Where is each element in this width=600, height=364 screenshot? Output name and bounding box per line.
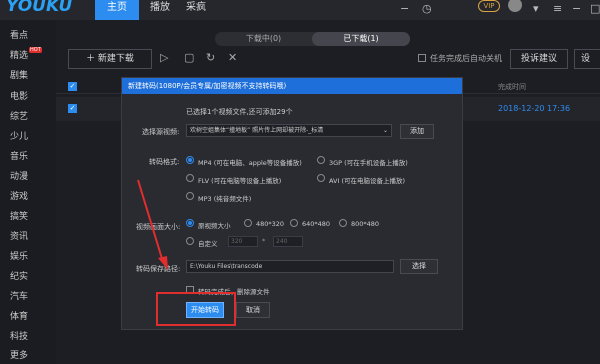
- radio-480x320[interactable]: [244, 219, 252, 227]
- tab-downloaded[interactable]: 已下载(1): [312, 32, 410, 46]
- format-mp3-label: MP3 (纯音频文件): [198, 195, 252, 203]
- auto-shutdown-label: 任务完成后自动关机: [430, 54, 502, 63]
- size-800x480-label: 800*480: [351, 220, 380, 228]
- sidebar-item-kandian[interactable]: 看点: [10, 28, 28, 41]
- download-tabs: 下载中(0) 已下载(1): [215, 32, 410, 46]
- format-flv-label: FLV (可在电脑等设备上播放): [198, 177, 282, 185]
- sidebar-item-gengduo[interactable]: 更多: [10, 348, 28, 361]
- sidebar-item-zixun[interactable]: 资讯: [10, 229, 28, 242]
- youku-logo[interactable]: YOUKU: [6, 0, 72, 16]
- sidebar-item-dianying[interactable]: 电影: [10, 89, 28, 102]
- tab-play[interactable]: 播放: [139, 0, 181, 20]
- clock-icon[interactable]: ◷: [422, 2, 432, 15]
- radio-mp3[interactable]: [186, 192, 194, 200]
- source-video-select[interactable]: 欢树空姐集体“撞地板” 照片传上网却被开除-_标清 ⌄: [186, 124, 392, 137]
- save-path-input[interactable]: E:\Youku Files\transcode: [186, 260, 394, 273]
- custom-width-input[interactable]: 320: [228, 236, 258, 247]
- sidebar-item-dongman[interactable]: 动漫: [10, 169, 28, 182]
- dialog-title: 新建转码(1080P/会员专属/加密视频不支持转码哦): [122, 78, 462, 94]
- auto-shutdown-checkbox[interactable]: 任务完成后自动关机: [418, 53, 502, 64]
- avatar[interactable]: [508, 0, 522, 12]
- radio-640x480[interactable]: [290, 219, 298, 227]
- path-label: 转码保存路径:: [136, 265, 181, 273]
- source-label: 选择源视频:: [142, 128, 180, 136]
- sidebar-item-juji[interactable]: 剧集: [10, 68, 28, 81]
- select-all-checkbox[interactable]: ✓: [68, 82, 77, 91]
- sidebar-item-jishi[interactable]: 纪实: [10, 269, 28, 282]
- menu-icon[interactable]: ≡: [553, 2, 562, 15]
- vip-badge[interactable]: VIP: [478, 0, 500, 12]
- sidebar-item-keji[interactable]: 科技: [10, 329, 28, 342]
- chevron-down-icon: ⌄: [382, 127, 388, 134]
- size-custom-label: 自定义: [198, 240, 218, 248]
- radio-800x480[interactable]: [339, 219, 347, 227]
- row-complete-time: 2018-12-20 17:36: [498, 104, 571, 113]
- sidebar-item-youxi[interactable]: 游戏: [10, 189, 28, 202]
- radio-flv[interactable]: [186, 174, 194, 182]
- row-checkbox[interactable]: ✓: [68, 104, 77, 113]
- radio-3gp[interactable]: [317, 156, 325, 164]
- format-label: 转码格式:: [149, 158, 180, 166]
- sidebar-item-qiche[interactable]: 汽车: [10, 289, 28, 302]
- add-button[interactable]: 添加: [400, 124, 434, 139]
- minimize-icon[interactable]: −: [572, 2, 581, 15]
- size-original-label: 原视频大小: [198, 222, 231, 230]
- hot-badge: HOT: [29, 47, 42, 53]
- maximize-icon[interactable]: □: [590, 2, 600, 15]
- close-icon[interactable]: ✕: [228, 51, 237, 64]
- sidebar-item-jingxuan[interactable]: 精选: [10, 48, 28, 61]
- new-download-button[interactable]: ＋ 新建下载: [68, 49, 152, 69]
- sidebar: 看点 HOT 精选 剧集 电影 综艺 少儿 音乐 动漫 游戏 搞笑 资讯 娱乐 …: [0, 20, 56, 364]
- title-bar: YOUKU 主页 播放 采疯 − ◷ VIP ▾ ≡ − □: [0, 0, 600, 20]
- custom-height-input[interactable]: 240: [273, 236, 303, 247]
- format-avi-label: AVI (可在电脑设备上播放): [329, 177, 406, 185]
- settings-button[interactable]: 设: [574, 49, 600, 69]
- tab-home[interactable]: 主页: [95, 0, 139, 20]
- size-label: 视频画面大小:: [136, 223, 181, 231]
- cancel-button[interactable]: 取消: [236, 302, 270, 318]
- feedback-button[interactable]: 投诉建议: [510, 49, 568, 69]
- times-sign: *: [262, 237, 266, 245]
- sidebar-item-gaoxiao[interactable]: 搞笑: [10, 209, 28, 222]
- tab-caifeng[interactable]: 采疯: [181, 0, 211, 20]
- size-640x480-label: 640*480: [302, 220, 331, 228]
- column-complete-time: 完成时间: [498, 83, 526, 91]
- sidebar-item-zongyi[interactable]: 综艺: [10, 109, 28, 122]
- radio-avi[interactable]: [317, 174, 325, 182]
- sidebar-item-yule[interactable]: 娱乐: [10, 249, 28, 262]
- selected-info: 已选择1个视频文件,还可添加29个: [186, 108, 293, 116]
- format-mp4-label: MP4 (可在电脑、apple等设备播放): [198, 159, 302, 167]
- sidebar-item-shaoer[interactable]: 少儿: [10, 129, 28, 142]
- minus-icon[interactable]: −: [400, 2, 409, 15]
- sidebar-item-tiyu[interactable]: 体育: [10, 309, 28, 322]
- radio-original-size[interactable]: [186, 219, 194, 227]
- choose-path-button[interactable]: 选择: [400, 259, 438, 274]
- chevron-down-icon[interactable]: ▾: [533, 2, 539, 15]
- sidebar-item-yinyue[interactable]: 音乐: [10, 149, 28, 162]
- highlight-box: [156, 292, 236, 326]
- refresh-icon[interactable]: ↻: [206, 51, 215, 64]
- radio-custom-size[interactable]: [186, 237, 194, 245]
- folder-icon[interactable]: ▢: [184, 51, 194, 64]
- size-480x320-label: 480*320: [256, 220, 285, 228]
- source-video-value: 欢树空姐集体“撞地板” 照片传上网却被开除-_标清: [190, 127, 324, 134]
- radio-mp4[interactable]: [186, 156, 194, 164]
- format-3gp-label: 3GP (可在手机设备上播放): [329, 159, 408, 167]
- tab-downloading[interactable]: 下载中(0): [215, 32, 312, 46]
- play-icon[interactable]: ▷: [160, 51, 168, 64]
